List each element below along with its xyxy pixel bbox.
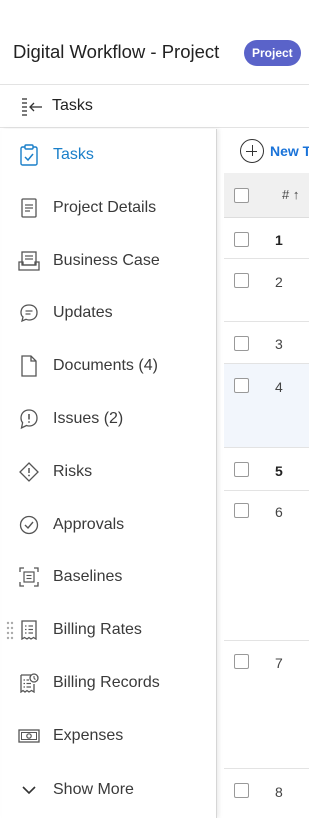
table-row[interactable]: 6: [224, 491, 309, 641]
row-checkbox[interactable]: [234, 462, 249, 477]
project-nav-panel: Tasks Project Details Business Case Upda…: [2, 129, 217, 818]
baseline-icon: [18, 566, 40, 588]
page-header: Digital Workflow - Project Project: [0, 0, 309, 85]
nav-item-project-details[interactable]: Project Details: [2, 188, 216, 228]
billing-rates-icon: [18, 619, 40, 641]
app-root: Digital Workflow - Project Project Tasks…: [0, 0, 309, 818]
nav-item-label: Issues (2): [53, 410, 124, 427]
row-number: 5: [275, 463, 283, 479]
nav-item-label: Documents (4): [53, 357, 158, 374]
nav-item-tasks[interactable]: Tasks: [2, 135, 216, 175]
nav-item-label: Project Details: [53, 199, 157, 216]
nav-item-label: Updates: [53, 304, 113, 321]
nav-item-approvals[interactable]: Approvals: [2, 505, 216, 545]
table-row[interactable]: 3: [224, 322, 309, 364]
chat-bubble-icon: [18, 302, 40, 324]
billing-records-icon: [18, 672, 40, 694]
nav-item-billing-records[interactable]: Billing Records: [2, 663, 216, 703]
row-number: 8: [275, 784, 283, 800]
row-number: 3: [275, 336, 283, 352]
nav-item-baselines[interactable]: Baselines: [2, 557, 216, 597]
row-checkbox[interactable]: [234, 783, 249, 798]
nav-item-risks[interactable]: Risks: [2, 452, 216, 492]
row-number: 2: [275, 274, 283, 290]
nav-item-label: Approvals: [53, 516, 125, 533]
table-row[interactable]: 5: [224, 448, 309, 491]
nav-item-documents[interactable]: Documents (4): [2, 346, 216, 386]
risk-diamond-icon: [18, 461, 40, 483]
nav-item-label: Expenses: [53, 727, 124, 744]
issue-bubble-icon: [18, 408, 40, 430]
business-case-icon: [18, 250, 40, 272]
nav-item-expenses[interactable]: Expenses: [2, 716, 216, 756]
row-checkbox[interactable]: [234, 232, 249, 247]
collapse-panel-icon[interactable]: [21, 97, 43, 117]
show-more-button[interactable]: Show More: [2, 770, 216, 810]
table-row[interactable]: 1: [224, 218, 309, 259]
table-row[interactable]: 7: [224, 641, 309, 769]
page-title: Digital Workflow - Project: [13, 41, 220, 62]
task-clipboard-icon: [18, 144, 40, 166]
file-icon: [18, 355, 40, 377]
row-checkbox[interactable]: [234, 503, 249, 518]
section-header: Tasks: [0, 85, 309, 128]
select-all-checkbox[interactable]: [234, 188, 249, 203]
nav-item-label: Risks: [53, 463, 93, 480]
nav-item-billing-rates[interactable]: Billing Rates: [2, 610, 216, 650]
table-row[interactable]: 2: [224, 259, 309, 322]
table-header: # ↑: [224, 173, 309, 218]
nav-item-label: Tasks: [53, 146, 94, 163]
row-number: 4: [275, 379, 283, 395]
column-header-number[interactable]: # ↑: [282, 187, 299, 202]
row-number: 1: [275, 232, 283, 248]
row-checkbox[interactable]: [234, 273, 249, 288]
new-task-button[interactable]: New T: [240, 138, 309, 164]
row-checkbox[interactable]: [234, 654, 249, 669]
row-checkbox[interactable]: [234, 378, 249, 393]
table-row[interactable]: 8: [224, 769, 309, 818]
document-lines-icon: [18, 197, 40, 219]
drag-handle-icon[interactable]: [6, 621, 14, 641]
section-title: Tasks: [52, 97, 93, 114]
nav-item-label: Show More: [53, 781, 134, 798]
row-checkbox[interactable]: [234, 336, 249, 351]
row-number: 7: [275, 655, 283, 671]
nav-item-label: Business Case: [53, 252, 160, 269]
row-number: 6: [275, 504, 283, 520]
nav-item-issues[interactable]: Issues (2): [2, 399, 216, 439]
table-row[interactable]: 4: [224, 364, 309, 448]
project-type-badge: Project: [244, 40, 301, 66]
nav-item-label: Baselines: [53, 568, 123, 585]
money-icon: [18, 725, 40, 747]
new-task-label: New T: [270, 143, 309, 159]
chevron-down-icon: [18, 779, 40, 801]
tasks-table-area: New T # ↑ 1 2 3 4 5 6 7 8: [217, 128, 309, 818]
nav-item-label: Billing Records: [53, 674, 160, 691]
nav-item-business-case[interactable]: Business Case: [2, 241, 216, 281]
check-circle-icon: [18, 514, 40, 536]
nav-item-label: Billing Rates: [53, 621, 142, 638]
nav-item-updates[interactable]: Updates: [2, 293, 216, 333]
add-circle-icon: [240, 139, 264, 163]
